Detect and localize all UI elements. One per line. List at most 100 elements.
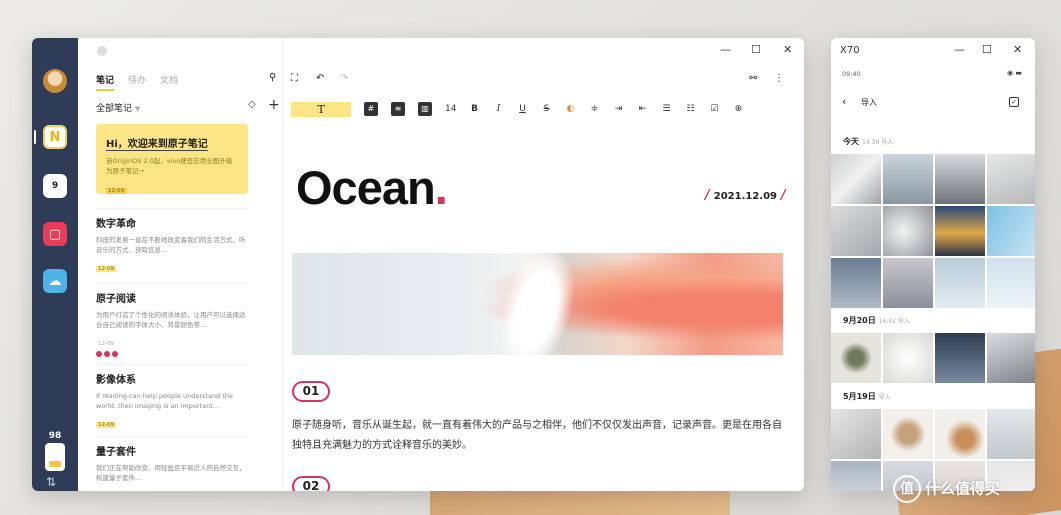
color-icon[interactable]: ◐ — [565, 104, 576, 114]
title-dot: . — [434, 161, 448, 214]
title-text: Ocean — [296, 161, 436, 214]
underline-icon[interactable]: U — [517, 104, 528, 114]
photo-thumb[interactable] — [883, 333, 933, 383]
photo-thumb[interactable] — [883, 206, 933, 256]
photo-thumb[interactable] — [935, 333, 985, 383]
window-menu-dot[interactable] — [97, 46, 107, 56]
more-icon[interactable]: ⋮ — [774, 73, 784, 84]
outdent-icon[interactable]: ⇤ — [637, 104, 648, 114]
photo-grid — [831, 333, 1035, 383]
status-time: 09:40 — [842, 70, 861, 78]
photo-thumb[interactable] — [831, 333, 881, 383]
notes-app-icon[interactable]: N — [43, 125, 67, 149]
gallery-app-icon[interactable]: ☁ — [43, 269, 67, 293]
watermark-text: 什么值得买 — [925, 479, 1001, 498]
list-tabs: 笔记 待办 文档 — [96, 73, 178, 91]
photo-thumb[interactable] — [935, 409, 985, 459]
tab-todo[interactable]: 待办 — [128, 73, 146, 86]
photo-thumb[interactable] — [883, 409, 933, 459]
group-label-today: 今天 14:30 导入 — [843, 137, 894, 146]
minimize-icon[interactable]: — — [954, 43, 965, 56]
layout-icon[interactable]: ▥ — [418, 102, 432, 116]
redo-icon[interactable]: ↷ — [340, 73, 348, 84]
minimize-icon[interactable]: — — [720, 43, 731, 56]
photo-thumb[interactable] — [883, 154, 933, 204]
strikethrough-icon[interactable]: S — [541, 104, 552, 114]
font-size-button[interactable]: 14 — [445, 104, 456, 114]
filter-label: 全部笔记 — [96, 104, 133, 114]
list-item[interactable]: 数字革命 科技的发展一直在不断地改变着我们的生活方式，听音乐的方式、获取信息… … — [96, 208, 248, 274]
maximize-icon[interactable]: ☐ — [982, 43, 992, 56]
calendar-app-icon[interactable]: 9 — [43, 174, 67, 198]
window-title: X70 — [840, 45, 860, 56]
document-title: Ocean. — [296, 160, 448, 215]
add-note-button[interactable]: + — [268, 97, 280, 113]
share-icon[interactable]: ⚯ — [749, 73, 757, 84]
photo-thumb[interactable] — [935, 258, 985, 308]
bullet-list-icon[interactable]: ☰ — [661, 104, 672, 114]
numbered-list-icon[interactable]: ☷ — [685, 104, 696, 114]
calendar-day: 9 — [51, 181, 59, 191]
tag-icon[interactable]: ◇ — [248, 99, 256, 110]
close-icon[interactable]: ✕ — [1013, 43, 1022, 56]
section-number-02: 02 — [292, 476, 330, 491]
list-item[interactable]: 原子阅读 为用户打造了个性化的阅读体验，让用户可以选择适合自己阅读的字体大小、背… — [96, 283, 248, 358]
photo-thumb[interactable] — [935, 206, 985, 256]
photo-thumb[interactable] — [831, 206, 881, 256]
checklist-icon[interactable]: ☑ — [709, 104, 720, 114]
photo-thumb[interactable] — [987, 258, 1035, 308]
text-style-button[interactable]: T — [291, 101, 351, 117]
battery-percent: 98 — [48, 431, 62, 441]
note-preview: 我们正在帮助改变、用轻盈且平易近人的自然交互，构建量子套件… — [96, 464, 246, 483]
indent-icon[interactable]: ⇥ — [613, 104, 624, 114]
note-editor: — ☐ ✕ ⛶ ↶ ↷ ⚯ ⋮ T # ≡ ▥ 14 B I U S ◐ ≑ ⇥… — [283, 38, 804, 491]
search-icon[interactable]: ⚲ — [269, 72, 276, 83]
photo-thumb[interactable] — [831, 258, 881, 308]
photo-thumb[interactable] — [987, 206, 1035, 256]
photo-thumb[interactable] — [935, 154, 985, 204]
body-paragraph: 原子随身听，音乐从诞生起，就一直有着伟大的产品与之相伴，他们不仅仅发出声音，记录… — [292, 420, 782, 451]
photo-thumb[interactable] — [987, 333, 1035, 383]
note-preview: 科技的发展一直在不断地改变着我们的生活方式，听音乐的方式、获取信息… — [96, 236, 246, 255]
note-preview: If reading can help people understand th… — [96, 392, 233, 411]
red-app-icon[interactable]: ▢ — [43, 222, 67, 246]
align-center-icon[interactable]: ≑ — [589, 104, 600, 114]
all-notes-filter[interactable]: 全部笔记 ▼ — [96, 101, 140, 114]
photo-thumb[interactable] — [987, 409, 1035, 459]
color-tags — [96, 351, 248, 358]
note-preview: 自OriginOS 2.0起，vivo便签应用全面升级为原子笔记→ — [106, 157, 233, 175]
battery-icon — [45, 443, 65, 471]
featured-note-card[interactable]: Hi，欢迎来到原子笔记 自OriginOS 2.0起，vivo便签应用全面升级为… — [96, 124, 248, 194]
note-title: 影像体系 — [96, 375, 136, 386]
insert-icon[interactable]: ⊕ — [733, 104, 744, 114]
sync-arrows-icon[interactable]: ⇅ — [46, 475, 56, 489]
section-number-01: 01 — [292, 381, 330, 402]
note-date: 12-09 — [96, 422, 116, 429]
note-title: 量子套件 — [96, 447, 136, 458]
heading-icon[interactable]: # — [364, 102, 378, 116]
list-item[interactable]: 影像体系 If reading can help people understa… — [96, 364, 248, 430]
wifi-battery-icon: ◉ ▬ — [1007, 69, 1022, 77]
template-icon[interactable]: ≡ — [391, 102, 405, 116]
note-list-pane: 笔记 待办 文档 ⚲ 全部笔记 ▼ ◇ + Hi，欢迎来到原子笔记 自Origi… — [78, 38, 283, 491]
photo-thumb[interactable] — [883, 258, 933, 308]
undo-icon[interactable]: ↶ — [316, 73, 324, 84]
close-icon[interactable]: ✕ — [783, 43, 792, 56]
select-icon[interactable]: ✓ — [1009, 97, 1019, 107]
list-item[interactable]: 量子套件 我们正在帮助改变、用轻盈且平易近人的自然交互，构建量子套件… 12-0… — [96, 436, 248, 491]
maximize-icon[interactable]: ☐ — [751, 43, 761, 56]
italic-icon[interactable]: I — [493, 104, 504, 114]
photo-thumb[interactable] — [831, 154, 881, 204]
group-label-may19: 5月19日 导入 — [843, 392, 891, 401]
tab-notes[interactable]: 笔记 — [96, 73, 115, 91]
fullscreen-icon[interactable]: ⛶ — [291, 73, 298, 84]
photo-thumb[interactable] — [831, 409, 881, 459]
user-avatar[interactable] — [43, 69, 67, 93]
back-icon[interactable]: ‹ — [842, 95, 846, 108]
tab-docs[interactable]: 文档 — [160, 73, 178, 86]
photo-thumb[interactable] — [831, 461, 881, 491]
phone-mirror-window: X70 — ☐ ✕ 09:40 ◉ ▬ ‹ 导入 ✓ 今天 14:30 导入 9月… — [831, 38, 1035, 491]
format-toolbar: T # ≡ ▥ 14 B I U S ◐ ≑ ⇥ ⇤ ☰ ☷ ☑ ⊕ — [291, 100, 791, 118]
bold-icon[interactable]: B — [469, 104, 480, 114]
photo-thumb[interactable] — [987, 154, 1035, 204]
